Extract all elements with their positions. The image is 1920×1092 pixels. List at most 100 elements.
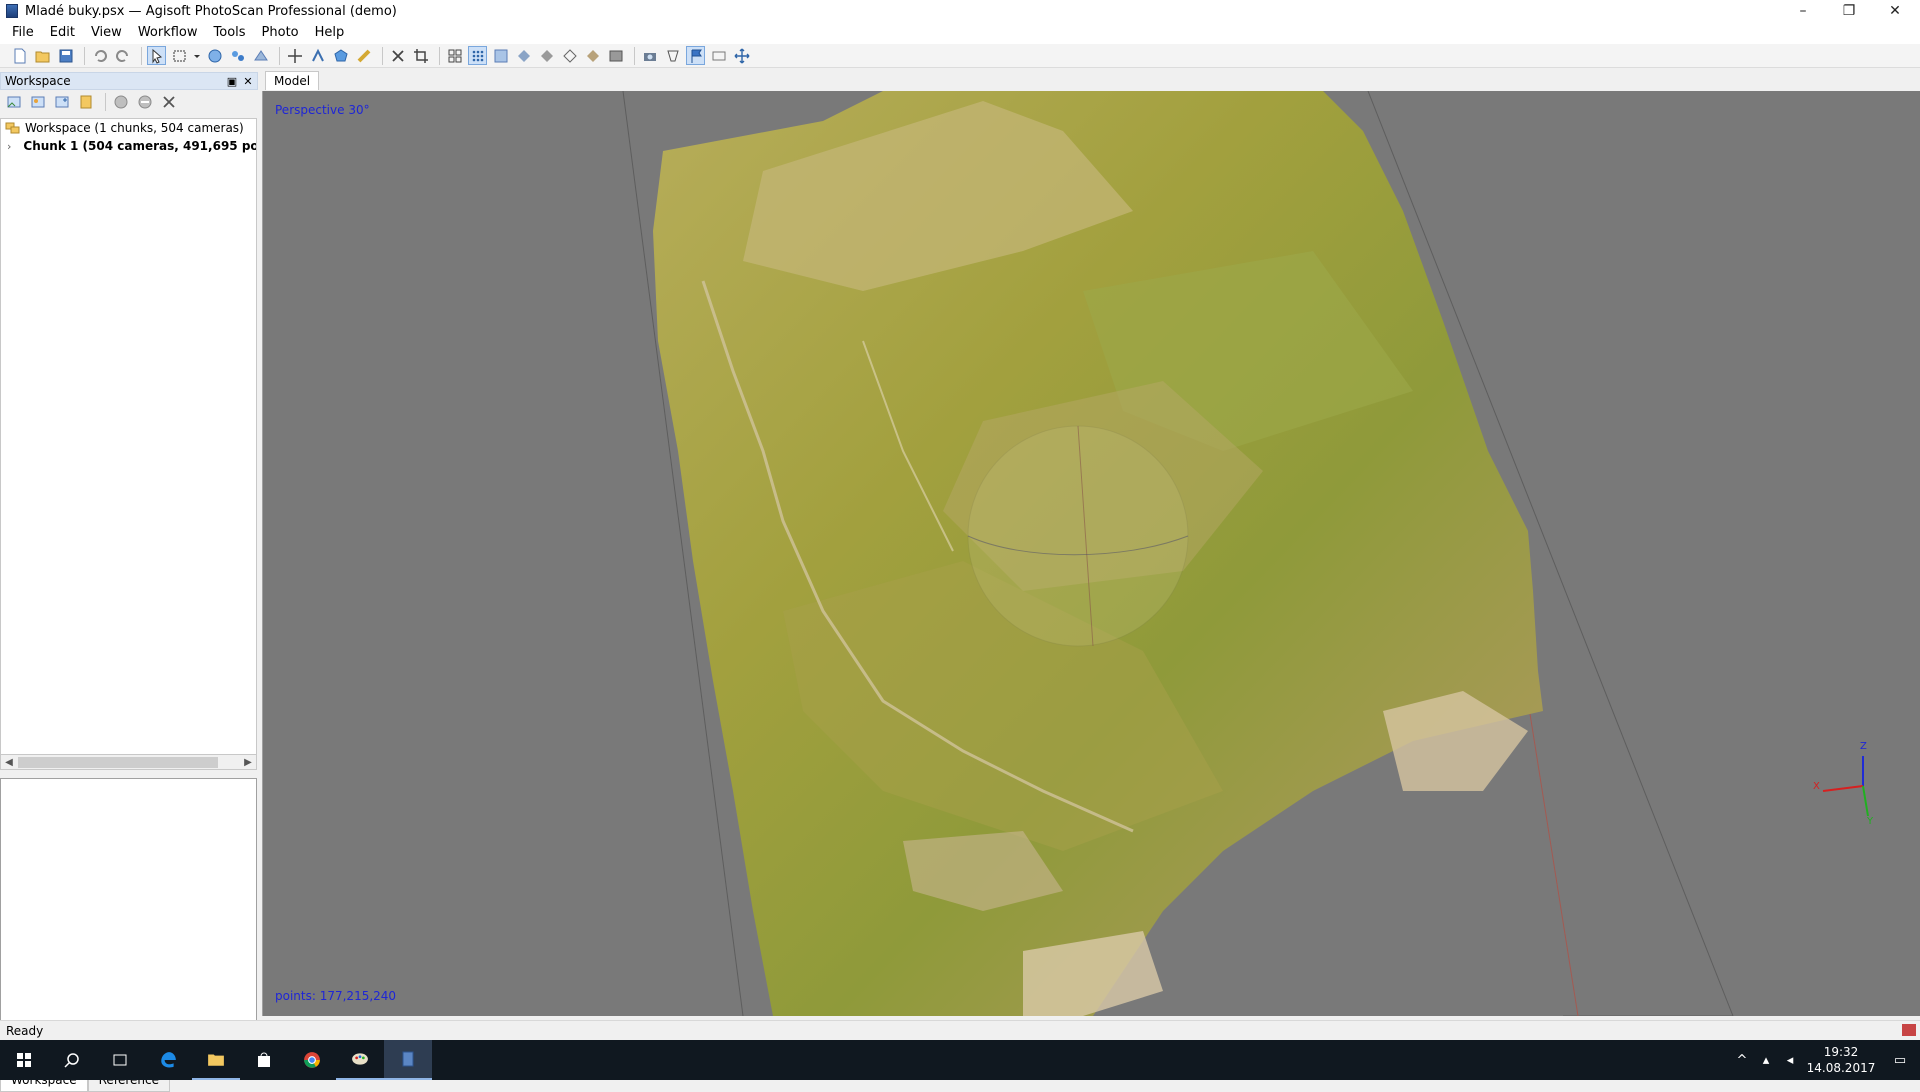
- scroll-right-icon[interactable]: ▶: [240, 755, 256, 769]
- remove-icon[interactable]: [159, 93, 178, 112]
- enable-icon[interactable]: [111, 93, 130, 112]
- edge-icon[interactable]: [144, 1040, 192, 1080]
- scroll-left-icon[interactable]: ◀: [1, 755, 17, 769]
- ruler-icon[interactable]: [308, 46, 327, 65]
- menu-edit[interactable]: Edit: [42, 22, 83, 44]
- tiled-icon[interactable]: [606, 46, 625, 65]
- close-panel-icon[interactable]: ✕: [241, 74, 255, 88]
- menu-tools[interactable]: Tools: [206, 22, 254, 44]
- projection-label: Perspective 30°: [275, 103, 370, 117]
- toolbar-separator: [105, 93, 106, 111]
- shaded-icon[interactable]: [514, 46, 533, 65]
- title-bar: Mladé buky.psx — Agisoft PhotoScan Profe…: [0, 0, 1920, 22]
- add-folder-icon[interactable]: [52, 93, 71, 112]
- toolbar-separator: [439, 46, 440, 65]
- axis-y-label: Y: [1867, 816, 1874, 827]
- select-icon[interactable]: [147, 46, 166, 65]
- close-button[interactable]: ✕: [1872, 0, 1918, 22]
- window-title: Mladé buky.psx — Agisoft PhotoScan Profe…: [25, 3, 397, 19]
- workspace-icon: [5, 122, 20, 134]
- save-icon[interactable]: [56, 46, 75, 65]
- chevron-right-icon[interactable]: ›: [7, 140, 11, 153]
- menu-workflow[interactable]: Workflow: [130, 22, 206, 44]
- crop-icon[interactable]: [411, 46, 430, 65]
- chrome-icon[interactable]: [288, 1040, 336, 1080]
- menu-file[interactable]: File: [4, 22, 42, 44]
- markers-icon[interactable]: [686, 46, 705, 65]
- workspace-panel-header: Workspace ▣ ✕: [0, 72, 258, 90]
- measure-icon[interactable]: [354, 46, 373, 65]
- add-markers-icon[interactable]: [76, 93, 95, 112]
- status-bar: Ready: [0, 1020, 1920, 1040]
- add-chunk-icon[interactable]: [4, 93, 23, 112]
- restore-button[interactable]: ❐: [1826, 0, 1872, 22]
- workspace-root-label: Workspace (1 chunks, 504 cameras): [25, 121, 244, 135]
- chevron-down-icon[interactable]: [193, 46, 201, 65]
- clock-time: 19:32: [1823, 1045, 1859, 1059]
- tree-chunk[interactable]: › Chunk 1 (504 cameras, 491,695 points: [1, 137, 256, 155]
- network-error-icon: [1902, 1024, 1916, 1036]
- taskbar: ^ ▴ ◂ 19:32 14.08.2017 ▭: [0, 1040, 1920, 1080]
- points-count-label: points: 177,215,240: [275, 989, 397, 1003]
- textured-icon[interactable]: [583, 46, 602, 65]
- redo-icon[interactable]: [113, 46, 132, 65]
- menu-view[interactable]: View: [83, 22, 130, 44]
- undo-icon[interactable]: [90, 46, 109, 65]
- task-view-icon[interactable]: [96, 1040, 144, 1080]
- volume-icon[interactable]: ◂: [1778, 1053, 1802, 1068]
- app-icon: [6, 4, 18, 18]
- axis-z-label: Z: [1860, 741, 1867, 752]
- shapes-icon[interactable]: [663, 46, 682, 65]
- grid-icon[interactable]: [445, 46, 464, 65]
- toolbar-separator: [84, 46, 85, 65]
- tree-root[interactable]: Workspace (1 chunks, 504 cameras): [1, 119, 256, 137]
- points-icon[interactable]: [468, 46, 487, 65]
- model-viewport[interactable]: Perspective 30° points: 177,215,240 Z X …: [262, 91, 1920, 1016]
- paint-icon[interactable]: [336, 1040, 384, 1080]
- dense-cloud-icon[interactable]: [228, 46, 247, 65]
- solid-icon[interactable]: [537, 46, 556, 65]
- mesh-icon[interactable]: [251, 46, 270, 65]
- tree-horizontal-scrollbar[interactable]: ◀ ▶: [0, 754, 257, 770]
- polygon-icon[interactable]: [331, 46, 350, 65]
- new-icon[interactable]: [10, 46, 29, 65]
- workspace-toolbar: [0, 90, 258, 114]
- toolbar-separator: [634, 46, 635, 65]
- notifications-icon[interactable]: ▭: [1880, 1053, 1920, 1068]
- network-icon[interactable]: ▴: [1754, 1053, 1778, 1068]
- toolbar-separator: [382, 46, 383, 65]
- add-photos-icon[interactable]: [28, 93, 47, 112]
- navigation-icon[interactable]: [285, 46, 304, 65]
- menu-photo[interactable]: Photo: [254, 22, 307, 44]
- workspace-panel-title: Workspace: [5, 74, 71, 88]
- main-toolbar: [0, 44, 1920, 68]
- toolbar-separator: [141, 46, 142, 65]
- dense-icon[interactable]: [491, 46, 510, 65]
- search-icon[interactable]: [48, 1040, 96, 1080]
- wireframe-icon[interactable]: [560, 46, 579, 65]
- clock[interactable]: 19:32 14.08.2017: [1802, 1044, 1880, 1076]
- photoscan-icon[interactable]: [384, 1040, 432, 1080]
- float-icon[interactable]: ▣: [225, 74, 239, 88]
- delete-icon[interactable]: [388, 46, 407, 65]
- disable-icon[interactable]: [135, 93, 154, 112]
- chevron-up-icon[interactable]: ^: [1730, 1053, 1754, 1068]
- chunk-label: Chunk 1 (504 cameras, 491,695 points: [23, 139, 256, 153]
- file-explorer-icon[interactable]: [192, 1040, 240, 1080]
- region-icon[interactable]: [709, 46, 728, 65]
- tab-model[interactable]: Model: [265, 71, 320, 90]
- scroll-thumb[interactable]: [18, 757, 218, 768]
- move-icon[interactable]: [732, 46, 751, 65]
- axis-x-label: X: [1813, 781, 1820, 792]
- store-icon[interactable]: [240, 1040, 288, 1080]
- menu-bar: File Edit View Workflow Tools Photo Help: [0, 22, 1920, 44]
- cameras-icon[interactable]: [640, 46, 659, 65]
- align-icon[interactable]: [205, 46, 224, 65]
- workspace-tree: Workspace (1 chunks, 504 cameras) › Chun…: [0, 118, 257, 756]
- open-icon[interactable]: [33, 46, 52, 65]
- menu-help[interactable]: Help: [307, 22, 353, 44]
- windows-start-icon[interactable]: [0, 1040, 48, 1080]
- clock-date: 14.08.2017: [1806, 1061, 1876, 1075]
- minimize-button[interactable]: –: [1780, 0, 1826, 22]
- rect-select-icon[interactable]: [170, 46, 189, 65]
